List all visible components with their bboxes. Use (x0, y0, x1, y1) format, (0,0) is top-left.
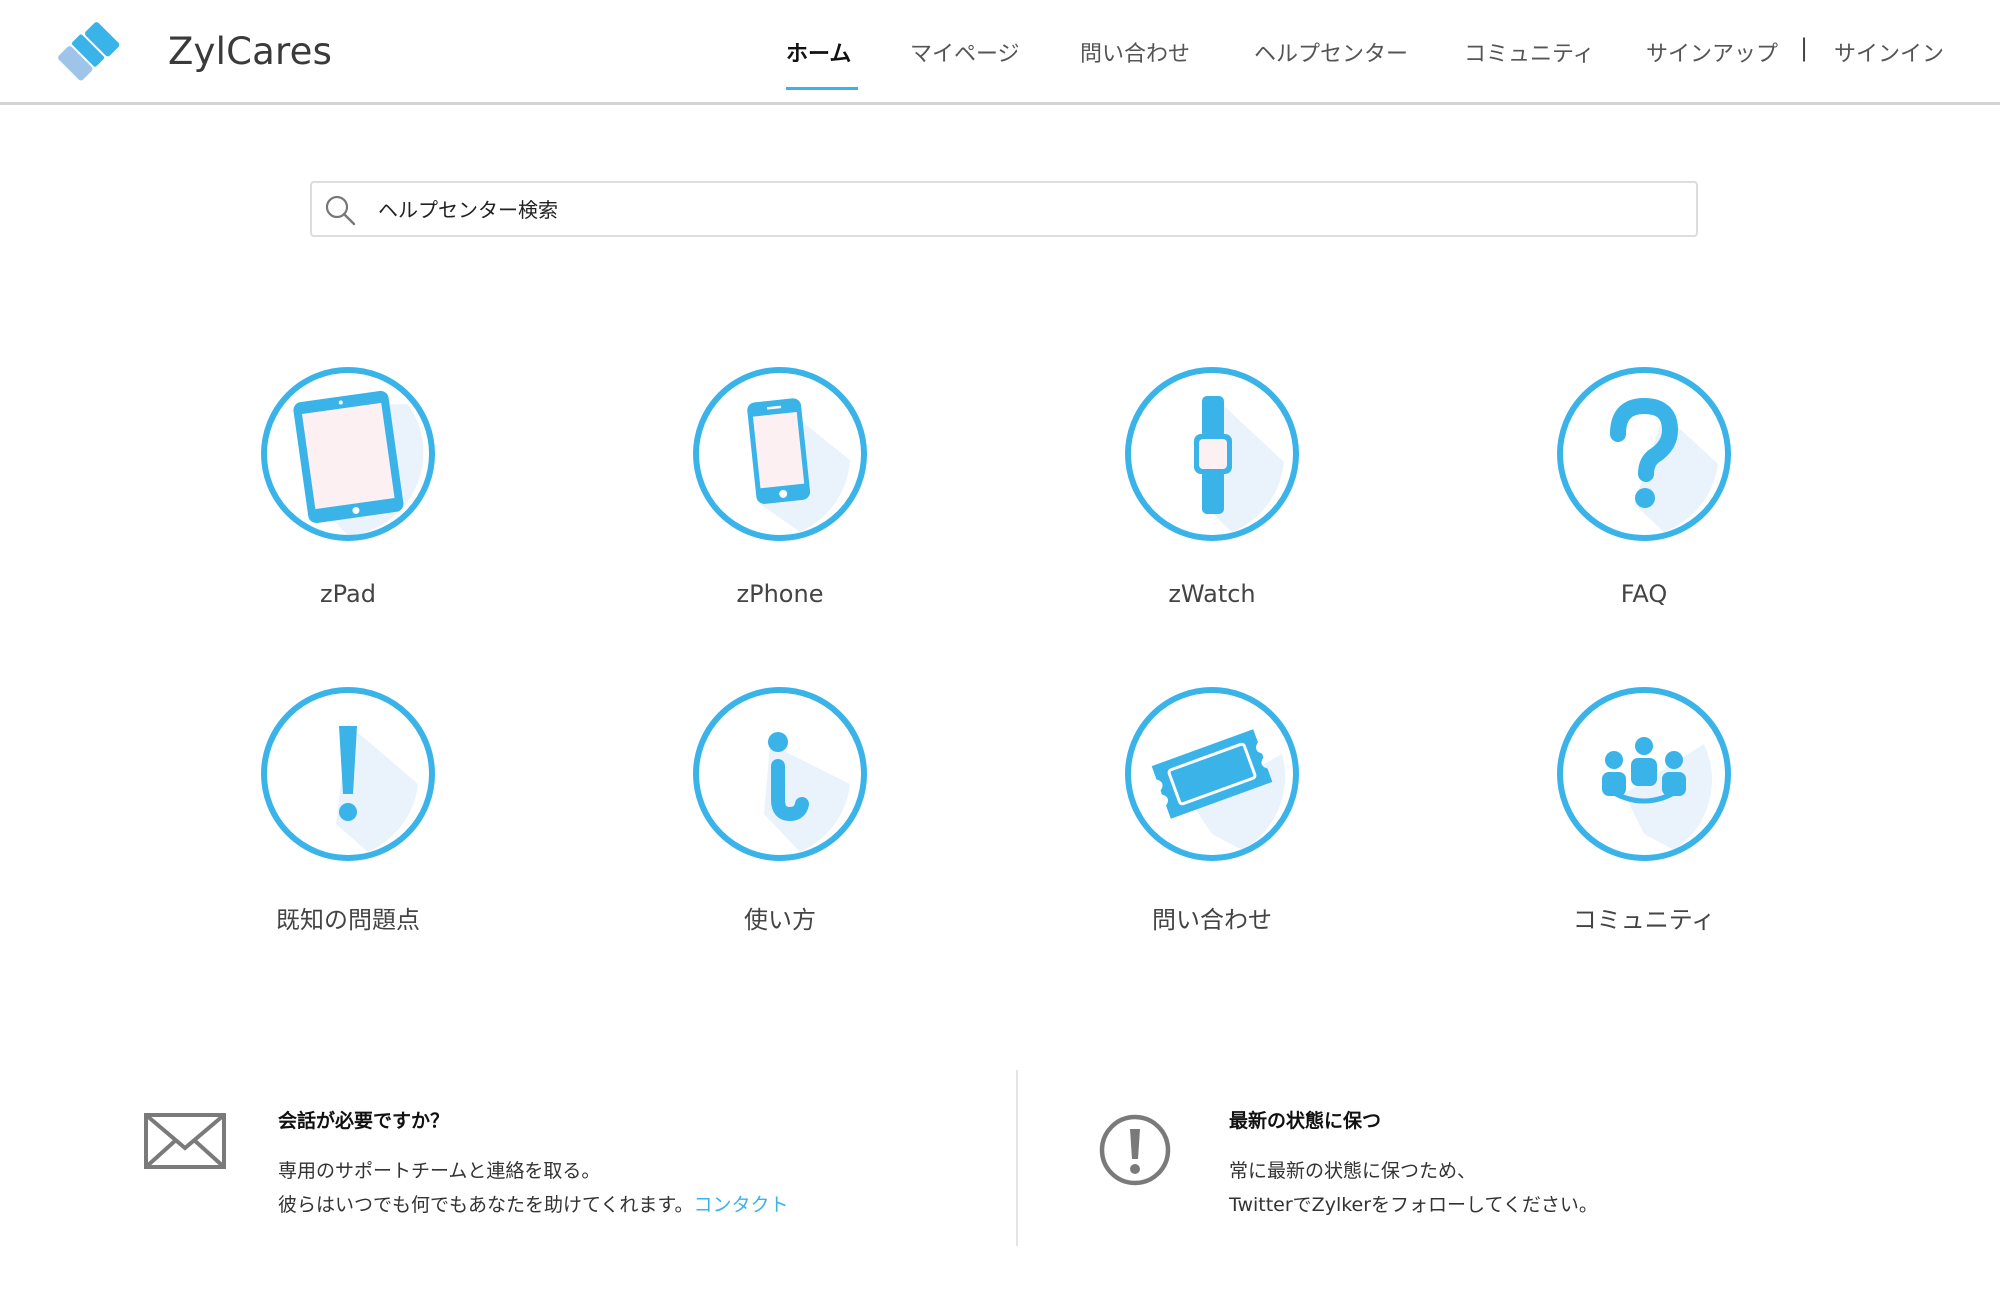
ticket-icon (1125, 687, 1299, 861)
tile-label: FAQ (1620, 580, 1668, 608)
top-header: ZylCares ホーム マイページ 問い合わせ ヘルプセンター コミュニティ … (0, 0, 2000, 105)
contact-line-2-row: 彼らはいつでも何でもあなたを助けてくれます。コンタクト (278, 1188, 789, 1222)
tile-zphone[interactable]: zPhone (635, 364, 935, 624)
tile-known-issues[interactable]: 既知の問題点 (203, 684, 503, 944)
nav-community[interactable]: コミュニティ (1464, 36, 1595, 68)
contact-panel-title: 会話が必要ですか？ (278, 1110, 450, 1132)
phone-icon (693, 367, 867, 541)
envelope-icon (144, 1113, 226, 1169)
contact-line-2: 彼らはいつでも何でもあなたを助けてくれます。 (278, 1194, 694, 1216)
community-icon (1557, 687, 1731, 861)
tablet-icon (261, 367, 435, 541)
tile-label: 問い合わせ (1152, 906, 1272, 934)
tile-zpad[interactable]: zPad (203, 364, 503, 624)
alert-icon (1099, 1114, 1171, 1186)
nav-mypage[interactable]: マイページ (910, 36, 1020, 68)
tile-contact[interactable]: 問い合わせ (1067, 684, 1367, 944)
exclamation-icon (261, 687, 435, 861)
watch-icon (1125, 367, 1299, 541)
search-icon (325, 195, 356, 226)
tile-zwatch[interactable]: zWatch (1067, 364, 1367, 624)
nav-home[interactable]: ホーム (786, 36, 851, 68)
main-nav: ホーム マイページ 問い合わせ ヘルプセンター コミュニティ サインアップ | … (0, 34, 2000, 100)
contact-line-1: 専用のサポートチームと連絡を取る。 (278, 1160, 601, 1182)
nav-contact[interactable]: 問い合わせ (1080, 36, 1190, 68)
tile-label: コミュニティ (1572, 906, 1716, 934)
tile-label: zWatch (1168, 580, 1256, 608)
tile-label: zPhone (736, 580, 824, 608)
info-icon (693, 687, 867, 861)
updates-line-2: TwitterでZylkerをフォローしてください。 (1229, 1194, 1598, 1216)
updates-panel-title: 最新の状態に保つ (1229, 1110, 1382, 1132)
footer-divider (1016, 1070, 1018, 1246)
question-icon (1557, 367, 1731, 541)
tile-label: zPad (320, 580, 376, 608)
nav-help-center[interactable]: ヘルプセンター (1254, 36, 1408, 68)
contact-link[interactable]: コンタクト (694, 1194, 789, 1216)
tile-faq[interactable]: FAQ (1499, 364, 1799, 624)
tile-how-to[interactable]: 使い方 (635, 684, 935, 944)
contact-panel-text: 専用のサポートチームと連絡を取る。 彼らはいつでも何でもあなたを助けてくれます。… (278, 1154, 789, 1222)
nav-signup[interactable]: サインアップ (1646, 36, 1778, 68)
updates-line-1: 常に最新の状態に保つため、 (1229, 1160, 1477, 1182)
active-tab-underline (786, 87, 858, 90)
search-input[interactable] (376, 191, 1680, 229)
nav-signin[interactable]: サインイン (1834, 36, 1944, 68)
tile-community[interactable]: コミュニティ (1499, 684, 1799, 944)
tile-label: 既知の問題点 (276, 906, 420, 934)
nav-separator: | (1800, 34, 1809, 62)
help-search-box[interactable] (310, 181, 1698, 237)
tile-label: 使い方 (744, 906, 816, 934)
updates-panel-text: 常に最新の状態に保つため、 TwitterでZylkerをフォローしてください。 (1229, 1154, 1598, 1222)
